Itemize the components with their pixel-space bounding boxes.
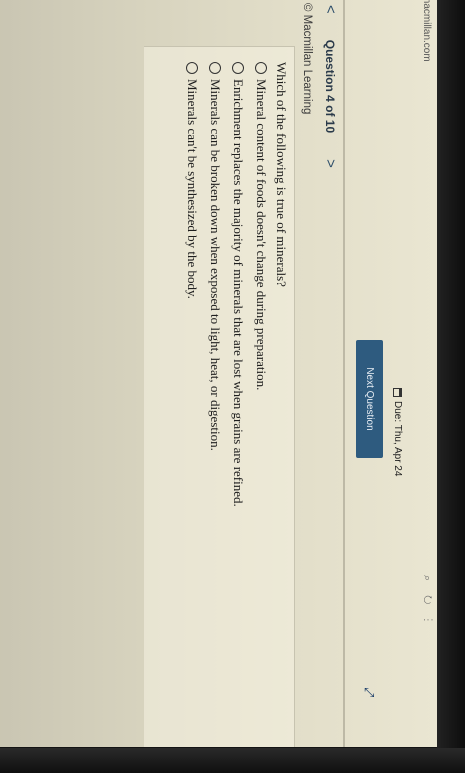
answer-option[interactable]: Minerals can be broken down when exposed… [204,62,227,507]
answer-option-label[interactable]: Minerals can be broken down when exposed… [208,79,224,451]
due-date: Due: Thu, Apr 24 [392,388,403,476]
question-counter[interactable]: Question 4 of 10 [324,40,338,133]
radio-button[interactable] [255,62,268,74]
answer-option-label[interactable]: Enrichment replaces the majority of mine… [231,79,247,507]
browser-url[interactable]: macmillan.com [419,0,433,62]
radio-button[interactable] [186,62,199,74]
zoom-icon[interactable]: ⌕ [421,575,433,595]
refresh-icon[interactable]: ↻ [421,595,433,618]
radio-button[interactable] [232,62,245,74]
answer-option[interactable]: Mineral content of foods doesn't change … [250,62,273,507]
radio-button[interactable] [209,62,222,74]
question-nav: < Question 4 of 10 > [322,5,339,168]
calendar-icon [393,388,402,397]
next-question-icon[interactable]: > [322,159,339,168]
answer-option-label[interactable]: Mineral content of foods doesn't change … [254,79,270,390]
laptop-bezel-bottom [0,748,465,773]
question-panel: Which of the following is true of minera… [144,46,295,747]
prev-question-icon[interactable]: < [322,5,339,14]
copyright: © Macmillan Learning [301,3,313,115]
due-label: Due: Thu, Apr 24 [392,401,403,477]
menu-icon[interactable]: ⋮ [421,618,433,635]
expand-icon[interactable]: ⤢ [361,687,377,697]
header-divider [343,0,345,747]
answer-option-label[interactable]: Minerals can't be synthesized by the bod… [185,79,201,299]
screen-photo: macmillan.com ⌕↻⋮ Due: Thu, Apr 24 Next … [0,0,440,747]
answer-option[interactable]: Minerals can't be synthesized by the bod… [181,62,204,507]
next-question-button[interactable]: Next Question [356,340,383,458]
answer-option[interactable]: Enrichment replaces the majority of mine… [227,62,250,507]
question-prompt: Which of the following is true of minera… [274,62,289,287]
laptop-bezel-right [437,0,465,773]
quiz-page: macmillan.com ⌕↻⋮ Due: Thu, Apr 24 Next … [3,0,433,747]
answer-options: Mineral content of foods doesn't change … [181,62,273,507]
browser-toolbar: ⌕↻⋮ [420,575,433,635]
